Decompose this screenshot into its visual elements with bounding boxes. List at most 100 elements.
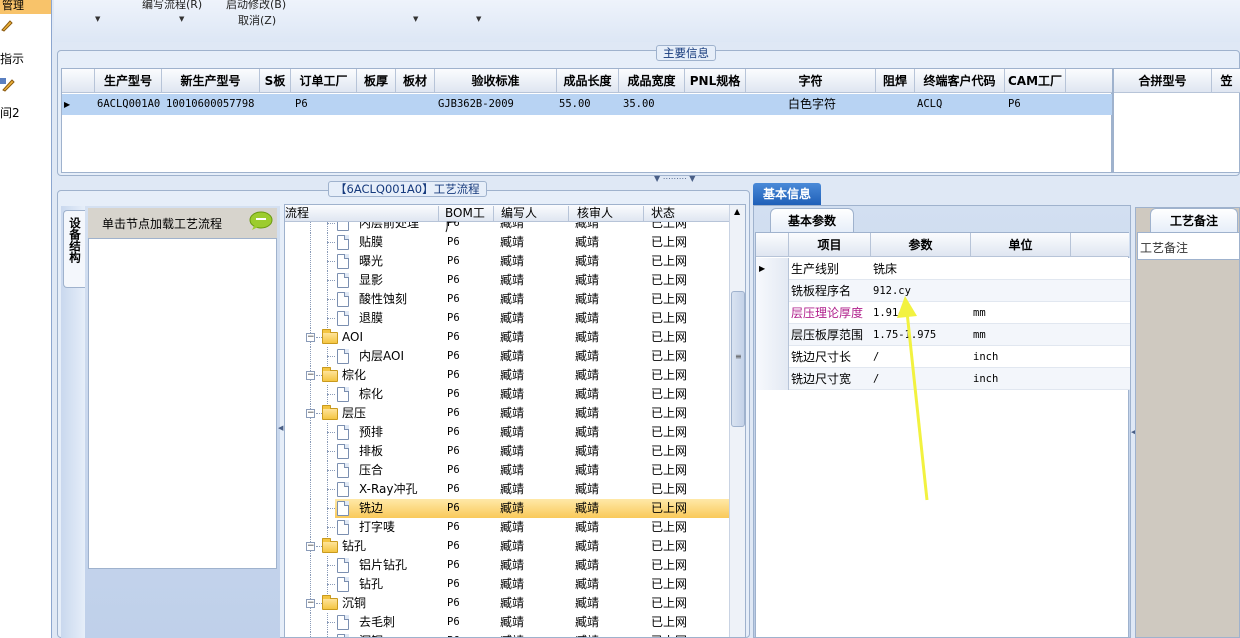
col-header[interactable]: 终端客户代码 — [915, 69, 1005, 93]
tree-row[interactable]: 棕化 P6 臧靖 臧靖 已上网 — [285, 385, 731, 404]
dropdown-arrow-icon[interactable]: ▼ — [95, 15, 100, 23]
tree-row[interactable]: 去毛刺 P6 臧靖 臧靖 已上网 — [285, 613, 731, 632]
hint-panel: 单击节点加载工艺流程 — [85, 206, 280, 638]
main-info-title: 主要信息 — [656, 45, 716, 61]
param-row[interactable]: 层压板厚范围 1.75-1.975 mm — [756, 324, 1130, 346]
table-row[interactable]: ▶ 6ACLQ001A0 10010600057798 P6 GJB362B-2… — [62, 94, 1113, 115]
tree-line — [310, 423, 311, 442]
col-header[interactable]: 板厚 — [357, 69, 396, 93]
col-header[interactable]: 成品长度 — [557, 69, 619, 93]
tree-line — [327, 394, 335, 395]
menu-edit-flow[interactable]: 编写流程(R) — [142, 0, 202, 12]
tree-scrollbar[interactable]: ▲ ≡ — [729, 205, 745, 637]
tree-row[interactable]: 退膜 P6 臧靖 臧靖 已上网 — [285, 309, 731, 328]
tab-process-notes[interactable]: 工艺备注 — [1150, 208, 1238, 232]
tree-cell-bom: P6 — [447, 616, 460, 628]
nav-item-selected[interactable]: 管理 — [0, 0, 51, 14]
folder-icon — [322, 367, 338, 382]
folder-icon — [322, 595, 338, 610]
param-row[interactable]: 铣板程序名 912.cy — [756, 280, 1130, 302]
notes-panel — [1135, 207, 1240, 638]
nav-item-instruct[interactable]: 指示 — [0, 50, 24, 67]
scroll-up-icon[interactable]: ▲ — [734, 207, 740, 216]
tree-row[interactable]: 钻孔 P6 臧靖 臧靖 已上网 — [285, 575, 731, 594]
col-header[interactable]: 流程 — [285, 206, 439, 222]
collapse-node-icon[interactable]: − — [306, 333, 315, 342]
tree-row[interactable]: 内层AOI P6 臧靖 臧靖 已上网 — [285, 347, 731, 366]
tree-row[interactable]: 酸性蚀刻 P6 臧靖 臧靖 已上网 — [285, 290, 731, 309]
tree-row[interactable]: − 棕化 P6 臧靖 臧靖 已上网 — [285, 366, 731, 385]
splitter-grip-icon[interactable]: ▼ ⋯⋯⋯ ▼ — [654, 174, 695, 183]
col-header[interactable]: 项目 — [789, 233, 871, 257]
tree-row[interactable]: 贴膜 P6 臧靖 臧靖 已上网 — [285, 233, 731, 252]
param-cell-param[interactable]: 铣床 — [873, 258, 971, 280]
nav-item-2[interactable]: 间2 — [0, 104, 20, 121]
tree-line — [310, 461, 311, 480]
tree-row[interactable]: 曝光 P6 臧靖 臧靖 已上网 — [285, 252, 731, 271]
tree-cell-bom: P6 — [447, 312, 460, 324]
col-header[interactable]: 验收标准 — [435, 69, 557, 93]
col-header[interactable]: 核审人 — [569, 206, 644, 222]
tree-row[interactable]: 铣边 P6 臧靖 臧靖 已上网 — [285, 499, 731, 518]
collapse-node-icon[interactable]: − — [306, 599, 315, 608]
tree-cell-bom: P6 — [447, 464, 460, 476]
col-header[interactable]: 订单工厂 — [291, 69, 357, 93]
menu-cancel[interactable]: 取消(Z) — [238, 12, 276, 28]
col-header[interactable]: CAM工厂 — [1005, 69, 1066, 93]
col-header[interactable]: 板材 — [396, 69, 435, 93]
col-header[interactable]: 字符 — [746, 69, 876, 93]
collapse-node-icon[interactable]: − — [306, 409, 315, 418]
col-header[interactable]: 生产型号 — [95, 69, 162, 93]
tree-cell-bom: P6 — [447, 236, 460, 248]
menu-start-modify[interactable]: 启动修改(B) — [226, 0, 286, 12]
tree-cell-name: 显影 — [359, 273, 384, 287]
side-tab-equipment[interactable]: 设备结构 — [63, 210, 85, 288]
tree-row[interactable]: 铝片钻孔 P6 臧靖 臧靖 已上网 — [285, 556, 731, 575]
dropdown-arrow-icon[interactable]: ▼ — [413, 15, 418, 23]
col-header[interactable]: PNL规格 — [685, 69, 746, 93]
tree-cell-status: 已上网 — [651, 577, 688, 591]
col-header[interactable]: S板 — [260, 69, 291, 93]
col-header[interactable]: BOM工厂 — [439, 206, 494, 234]
col-header[interactable]: 状态 — [644, 206, 731, 222]
col-header[interactable]: 单位 — [971, 233, 1071, 257]
dropdown-arrow-icon[interactable]: ▼ — [476, 15, 481, 23]
tab-basic-params[interactable]: 基本参数 — [770, 208, 854, 232]
tree-row[interactable]: 沉铜 P6 臧靖臧靖 已上网 — [285, 632, 731, 637]
col-header[interactable]: 合拼型号 — [1114, 69, 1212, 93]
tree-row[interactable]: − 沉铜 P6 臧靖 臧靖 已上网 — [285, 594, 731, 613]
tree-row[interactable]: 显影 P6 臧靖 臧靖 已上网 — [285, 271, 731, 290]
tree-row[interactable]: 预排 P6 臧靖 臧靖 已上网 — [285, 423, 731, 442]
tree-cell-bom: P6 — [447, 578, 460, 590]
tree-row[interactable]: 内层前处理 P6 臧靖 臧靖 已上网 — [285, 222, 731, 233]
col-header[interactable]: 笠 — [1212, 69, 1240, 93]
tree-line — [327, 584, 335, 585]
dropdown-arrow-icon[interactable]: ▼ — [179, 15, 184, 23]
collapse-node-icon[interactable]: − — [306, 371, 315, 380]
col-header[interactable]: 编写人 — [494, 206, 569, 222]
collapse-arrow-icon[interactable]: ◀ — [278, 424, 283, 432]
col-header[interactable]: 新生产型号 — [162, 69, 260, 93]
scroll-thumb[interactable]: ≡ — [731, 291, 745, 427]
tree-row[interactable]: − 层压 P6 臧靖 臧靖 已上网 — [285, 404, 731, 423]
tree-row[interactable]: 打字唛 P6 臧靖 臧靖 已上网 — [285, 518, 731, 537]
param-row[interactable]: 层压理论厚度 1.914 mm — [756, 302, 1130, 324]
tree-row[interactable]: 压合 P6 臧靖 臧靖 已上网 — [285, 461, 731, 480]
tree-row[interactable]: X-Ray冲孔 P6 臧靖 臧靖 已上网 — [285, 480, 731, 499]
folder-icon — [322, 538, 338, 553]
equipment-list[interactable] — [88, 238, 277, 569]
tab-basic-info[interactable]: 基本信息 — [753, 183, 821, 205]
tree-row[interactable]: − 钻孔 P6 臧靖 臧靖 已上网 — [285, 537, 731, 556]
col-header[interactable]: 成品宽度 — [619, 69, 685, 93]
tree-cell-bom: P6 — [447, 222, 460, 229]
param-row[interactable]: 铣边尺寸宽 / inch — [756, 368, 1130, 390]
collapse-node-icon[interactable]: − — [306, 542, 315, 551]
param-row[interactable]: ▶ 生产线别 铣床 — [756, 258, 1130, 280]
notes-box[interactable]: 工艺备注 — [1137, 232, 1240, 260]
param-row[interactable]: 铣边尺寸长 / inch — [756, 346, 1130, 368]
tree-row[interactable]: − AOI P6 臧靖 臧靖 已上网 — [285, 328, 731, 347]
tree-cell-status: 已上网 — [651, 463, 688, 477]
tree-row[interactable]: 排板 P6 臧靖 臧靖 已上网 — [285, 442, 731, 461]
col-header[interactable]: 阻焊 — [876, 69, 915, 93]
col-header[interactable]: 参数 — [871, 233, 971, 257]
